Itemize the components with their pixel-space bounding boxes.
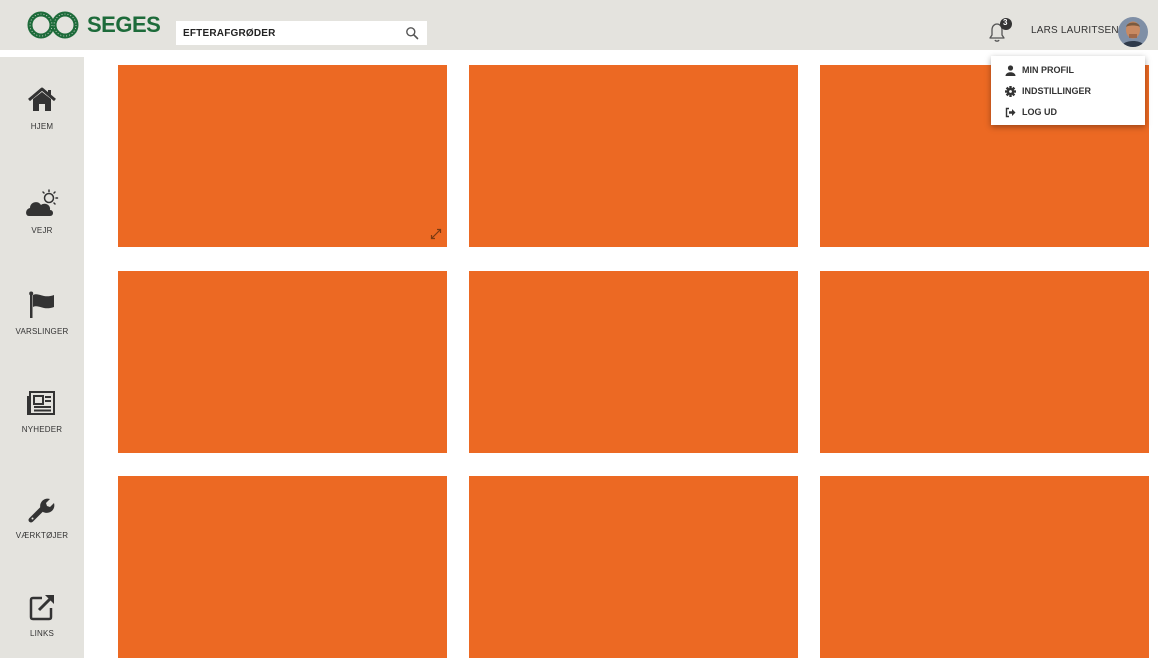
sidebar-item-label: LINKS [29,629,55,638]
user-name[interactable]: LARS LAURITSEN [1031,25,1119,36]
bell-icon [989,18,1012,42]
home-icon [24,84,60,116]
user-icon [1004,64,1016,76]
tile-8[interactable] [469,476,798,658]
logo-rings-icon [27,11,79,39]
menu-item-log-ud[interactable]: LOG UD [1004,104,1057,120]
tile-7[interactable] [118,476,447,658]
avatar[interactable] [1118,17,1148,47]
wrench-icon [24,493,60,525]
notifications-button[interactable]: 3 [985,17,1015,45]
flag-icon [24,289,60,321]
sidebar-item-vaerktoejer[interactable]: VÆRKTØJER [0,493,84,573]
menu-item-min-profil[interactable]: MIN PROFIL [1004,62,1074,78]
gear-icon [1004,85,1016,97]
search-box [176,21,427,45]
search-input[interactable] [176,21,396,45]
tile-6[interactable] [820,271,1149,453]
sidebar-item-vejr[interactable]: VEJR [0,188,84,268]
tile-5[interactable] [469,271,798,453]
weather-icon [24,188,60,220]
sidebar-item-nyheder[interactable]: NYHEDER [0,387,84,467]
sidebar-item-hjem[interactable]: HJEM [0,84,84,164]
sidebar-item-label: VÆRKTØJER [15,531,69,540]
search-icon[interactable] [405,26,419,40]
expand-icon[interactable] [429,227,443,241]
sidebar-item-label: VARSLINGER [15,327,69,336]
notification-count-badge: 3 [1003,18,1008,27]
tile-2[interactable] [469,65,798,247]
sidebar: HJEM VEJR VARSLINGER NYHEDER VÆRKTØJER L… [0,57,84,658]
tile-9[interactable] [820,476,1149,658]
tile-4[interactable] [118,271,447,453]
newspaper-icon [24,387,60,419]
menu-item-label: LOG UD [1022,107,1057,117]
menu-item-label: MIN PROFIL [1022,65,1074,75]
sidebar-item-label: NYHEDER [21,425,63,434]
menu-item-label: INDSTILLINGER [1022,86,1091,96]
logout-icon [1004,106,1016,118]
sidebar-item-label: HJEM [30,122,54,131]
user-dropdown-menu: MIN PROFIL INDSTILLINGER LOG UD [991,56,1145,125]
top-bar: SEGES 3 LARS LAURITSEN [0,0,1158,50]
sidebar-item-links[interactable]: LINKS [0,591,84,658]
sidebar-item-varslinger[interactable]: VARSLINGER [0,289,84,369]
sidebar-item-label: VEJR [31,226,53,235]
seges-logo[interactable]: SEGES [27,11,161,39]
menu-item-indstillinger[interactable]: INDSTILLINGER [1004,83,1091,99]
external-link-icon [24,591,60,623]
logo-text: SEGES [87,12,161,37]
user-avatar-image [1118,17,1148,47]
tile-1[interactable] [118,65,447,247]
